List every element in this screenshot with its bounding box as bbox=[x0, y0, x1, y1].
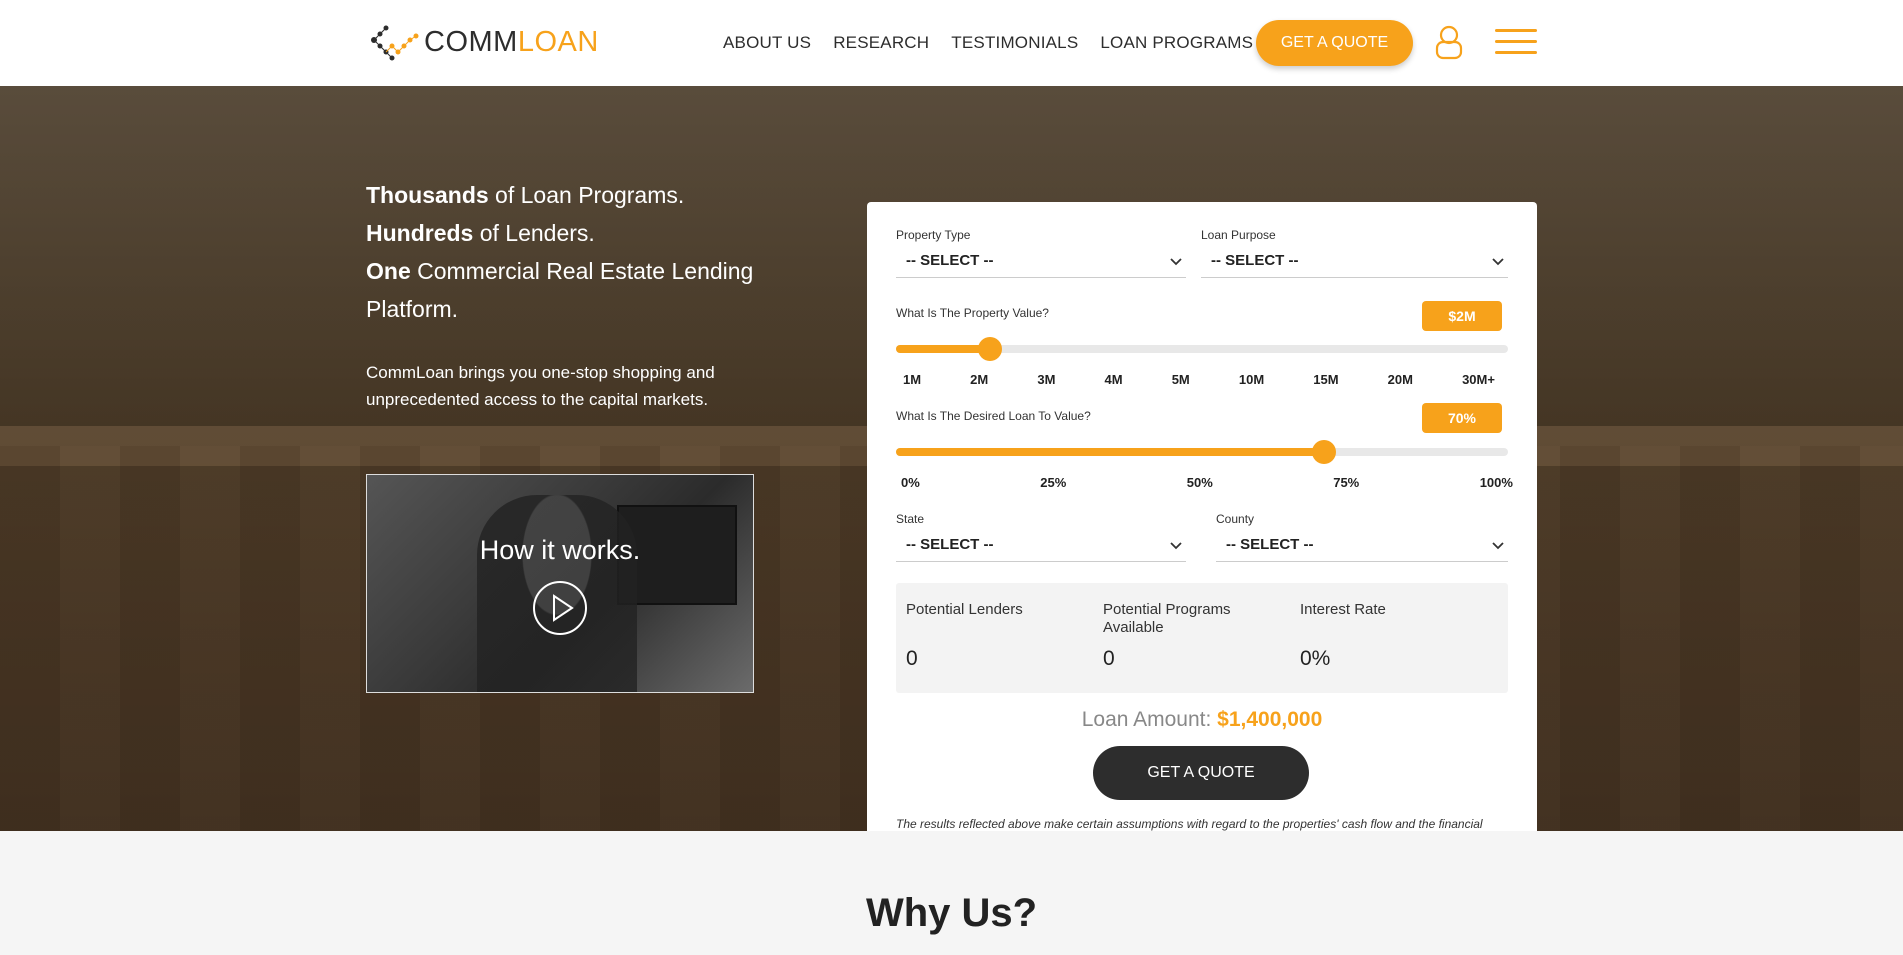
chevron-down-icon bbox=[1492, 542, 1504, 550]
loan-purpose-select[interactable]: -- SELECT -- bbox=[1201, 246, 1508, 278]
interest-rate-stat: Interest Rate 0% bbox=[1300, 601, 1480, 670]
site-header: COMMLOAN ABOUT US RESEARCH TESTIMONIALS … bbox=[0, 0, 1903, 86]
ltv-tick: 50% bbox=[1186, 475, 1213, 490]
nav-about-us[interactable]: ABOUT US bbox=[723, 33, 811, 53]
potential-programs-label: Potential Programs Available bbox=[1103, 601, 1231, 636]
property-value-slider[interactable] bbox=[896, 337, 1508, 361]
property-value-tick: 20M bbox=[1387, 372, 1413, 387]
potential-lenders-stat: Potential Lenders 0 bbox=[906, 601, 1086, 670]
property-value-badge: $2M bbox=[1422, 301, 1502, 331]
county-label: County bbox=[1216, 512, 1255, 526]
logo-text-comm: COMM bbox=[424, 25, 518, 58]
play-icon[interactable] bbox=[532, 580, 588, 636]
property-value-tick: 4M bbox=[1104, 372, 1123, 387]
chevron-down-icon bbox=[1170, 542, 1182, 550]
chevron-down-icon bbox=[1492, 258, 1504, 266]
commloan-logo[interactable]: COMMLOAN bbox=[366, 22, 599, 62]
logo-text-loan: LOAN bbox=[517, 25, 599, 58]
calculator-get-quote-button[interactable]: GET A QUOTE bbox=[1093, 746, 1309, 800]
headline-line-1: Thousands of Loan Programs. bbox=[366, 176, 806, 214]
property-value-tick: 3M bbox=[1037, 372, 1056, 387]
state-value: -- SELECT -- bbox=[906, 536, 994, 553]
headline-line-1-bold: Thousands bbox=[366, 182, 489, 208]
property-value-label: What Is The Property Value? bbox=[896, 306, 1049, 320]
header-get-quote-button[interactable]: GET A QUOTE bbox=[1256, 20, 1413, 66]
how-it-works-video[interactable]: How it works. bbox=[366, 474, 754, 693]
property-value-tick: 1M bbox=[903, 372, 922, 387]
interest-rate-value: 0% bbox=[1300, 647, 1331, 670]
why-us-heading: Why Us? bbox=[865, 891, 1038, 935]
headline-line-3: One Commercial Real Estate Lending Platf… bbox=[366, 252, 806, 328]
state-label: State bbox=[896, 512, 925, 526]
headline-line-2-rest: of Lenders. bbox=[473, 220, 595, 246]
potential-programs-stat: Potential Programs Available 0 bbox=[1103, 601, 1263, 670]
hero-subtext: CommLoan brings you one-stop shopping an… bbox=[366, 363, 715, 409]
potential-programs-value: 0 bbox=[1103, 647, 1115, 670]
ltv-slider-fill bbox=[896, 448, 1325, 456]
headline-line-3-rest: Commercial Real Estate Lending Platform. bbox=[366, 258, 754, 322]
hamburger-menu-icon[interactable] bbox=[1495, 29, 1537, 55]
nav-testimonials[interactable]: TESTIMONIALS bbox=[951, 33, 1078, 53]
property-value-tick: 15M bbox=[1313, 372, 1339, 387]
ltv-tick: 75% bbox=[1333, 475, 1360, 490]
ltv-tick: 100% bbox=[1479, 475, 1513, 490]
results-panel: Potential Lenders 0 Potential Programs A… bbox=[896, 583, 1508, 693]
headline-line-2-bold: Hundreds bbox=[366, 220, 474, 246]
logo-icon bbox=[371, 25, 419, 61]
hero-section: Thousands of Loan Programs. Hundreds of … bbox=[0, 86, 1903, 831]
user-icon[interactable] bbox=[1433, 24, 1465, 60]
potential-lenders-value: 0 bbox=[906, 647, 918, 670]
video-caption: How it works. bbox=[479, 535, 641, 565]
property-value-tick: 30M+ bbox=[1462, 372, 1495, 387]
headline-line-2: Hundreds of Lenders. bbox=[366, 214, 806, 252]
county-select[interactable]: -- SELECT -- bbox=[1216, 530, 1508, 562]
disclaimer-text: The results reflected above make certain… bbox=[896, 817, 1483, 831]
interest-rate-label: Interest Rate bbox=[1300, 601, 1386, 618]
county-value: -- SELECT -- bbox=[1226, 536, 1314, 553]
loan-calculator-card: Property Type -- SELECT -- Loan Purpose … bbox=[867, 202, 1537, 831]
potential-lenders-label: Potential Lenders bbox=[906, 601, 1023, 618]
property-value-tick: 5M bbox=[1171, 372, 1190, 387]
logo-text: COMMLOAN bbox=[424, 26, 599, 59]
property-value-tick: 2M bbox=[970, 372, 989, 387]
property-type-value: -- SELECT -- bbox=[906, 252, 994, 269]
loan-purpose-label: Loan Purpose bbox=[1201, 228, 1276, 242]
headline-line-1-rest: of Loan Programs. bbox=[488, 182, 685, 208]
loan-amount-label: Loan Amount: bbox=[1081, 708, 1212, 731]
property-type-label: Property Type bbox=[896, 228, 971, 242]
ltv-tick: 25% bbox=[1040, 475, 1067, 490]
headline-line-3-bold: One bbox=[366, 258, 411, 284]
loan-purpose-value: -- SELECT -- bbox=[1211, 252, 1299, 269]
loan-amount-value: $1,400,000 bbox=[1217, 708, 1323, 731]
loan-amount: Loan Amount: $1,400,000 bbox=[867, 708, 1537, 732]
nav-research[interactable]: RESEARCH bbox=[833, 33, 929, 53]
ltv-label: What Is The Desired Loan To Value? bbox=[896, 409, 1091, 423]
ltv-slider[interactable] bbox=[896, 440, 1508, 464]
nav-loan-programs[interactable]: LOAN PROGRAMS bbox=[1100, 33, 1253, 53]
chevron-down-icon bbox=[1170, 258, 1182, 266]
ltv-badge: 70% bbox=[1422, 403, 1502, 433]
ltv-ticks: 0% 25% 50% 75% 100% bbox=[901, 475, 1513, 490]
ltv-slider-handle[interactable] bbox=[1312, 440, 1337, 464]
menu-bar-middle bbox=[1495, 40, 1537, 43]
menu-bar-top bbox=[1495, 29, 1537, 32]
property-value-slider-handle[interactable] bbox=[977, 337, 1002, 361]
property-value-tick: 10M bbox=[1238, 372, 1265, 387]
menu-bar-bottom bbox=[1495, 51, 1537, 54]
main-nav: ABOUT US RESEARCH TESTIMONIALS LOAN PROG… bbox=[723, 33, 1275, 53]
property-value-slider-fill bbox=[896, 345, 990, 353]
property-value-ticks: 1M 2M 3M 4M 5M 10M 15M 20M 30M+ bbox=[903, 372, 1495, 387]
property-type-select[interactable]: -- SELECT -- bbox=[896, 246, 1186, 278]
state-select[interactable]: -- SELECT -- bbox=[896, 530, 1186, 562]
hero-headline: Thousands of Loan Programs. Hundreds of … bbox=[366, 176, 806, 328]
ltv-tick: 0% bbox=[901, 475, 920, 490]
